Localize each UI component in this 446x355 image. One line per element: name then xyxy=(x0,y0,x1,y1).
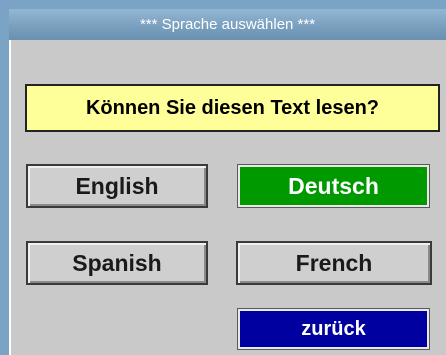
english-button[interactable]: English xyxy=(26,164,208,208)
french-button[interactable]: French xyxy=(236,241,432,285)
back-button[interactable]: zurück xyxy=(237,308,430,350)
deutsch-button[interactable]: Deutsch xyxy=(237,164,430,208)
question-prompt: Können Sie diesen Text lesen? xyxy=(25,84,440,132)
language-dialog: *** Sprache auswählen *** Können Sie die… xyxy=(9,9,446,355)
dialog-title: *** Sprache auswählen *** xyxy=(9,9,446,40)
spanish-button[interactable]: Spanish xyxy=(26,241,208,285)
